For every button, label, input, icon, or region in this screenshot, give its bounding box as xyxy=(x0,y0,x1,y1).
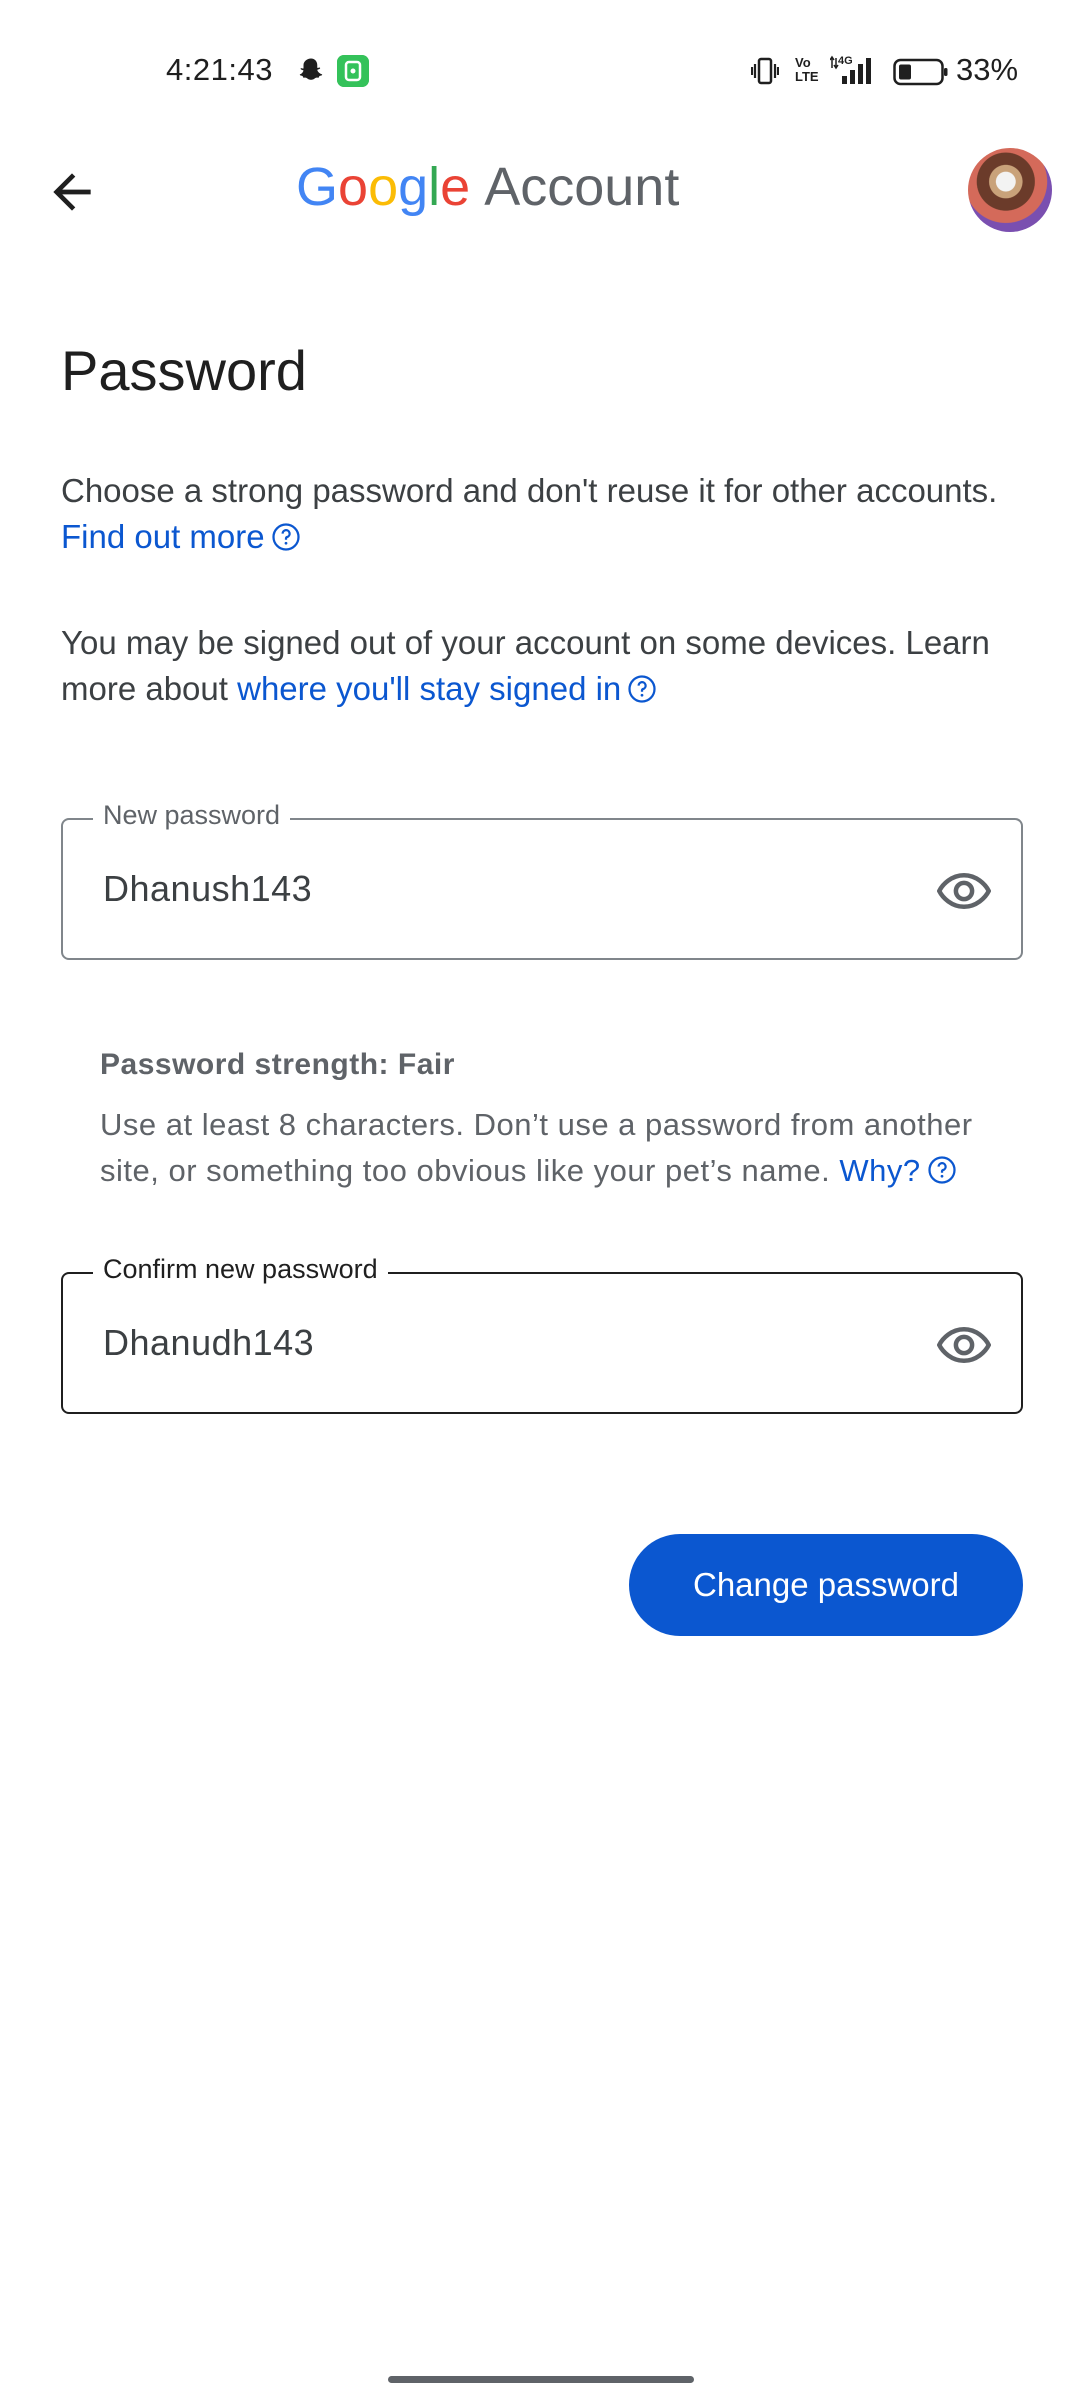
page-title: Password xyxy=(61,339,307,402)
app-notification-icon xyxy=(337,55,369,87)
password-hint: Use at least 8 characters. Don’t use a p… xyxy=(100,1102,1020,1194)
why-link[interactable]: Why? xyxy=(839,1153,956,1188)
find-out-more-link[interactable]: Find out more xyxy=(61,518,301,555)
show-password-eye-icon[interactable] xyxy=(937,1318,991,1372)
confirm-password-input[interactable]: Dhanudh143 xyxy=(103,1322,314,1364)
arrow-back-icon[interactable] xyxy=(44,164,100,220)
battery-icon xyxy=(893,58,948,86)
volte-icon: Vo LTE xyxy=(795,55,819,84)
logo-letter-o1: o xyxy=(338,157,369,217)
status-bar: 4:21:43 Vo LTE 4G 33% xyxy=(0,0,1080,140)
find-out-more-label: Find out more xyxy=(61,518,265,555)
battery-percent: 33% xyxy=(956,52,1019,87)
network-type-label: 4G xyxy=(838,55,853,67)
show-password-eye-icon[interactable] xyxy=(937,864,991,918)
why-label: Why? xyxy=(839,1153,921,1188)
vibrate-icon xyxy=(751,57,779,85)
logo-account-text: Account xyxy=(484,157,680,217)
confirm-password-label: Confirm new password xyxy=(93,1254,388,1285)
intro-paragraph: Choose a strong password and don't reuse… xyxy=(61,468,1021,560)
new-password-label: New password xyxy=(93,800,291,831)
stay-signed-in-link[interactable]: where you'll stay signed in xyxy=(237,670,657,707)
status-time: 4:21:43 xyxy=(166,52,273,87)
logo-letter-o2: o xyxy=(368,157,399,217)
intro-text: Choose a strong password and don't reuse… xyxy=(61,472,998,509)
change-password-button[interactable]: Change password xyxy=(629,1534,1023,1636)
avatar[interactable] xyxy=(968,148,1052,232)
help-circle-icon xyxy=(927,1156,956,1184)
signal-icon: 4G xyxy=(830,55,871,84)
password-strength-label: Password strength: Fair xyxy=(100,1048,455,1081)
logo-letter-g2: g xyxy=(398,157,429,217)
new-password-field[interactable]: New password Dhanush143 xyxy=(61,800,1023,960)
snapchat-icon xyxy=(299,58,323,80)
google-account-logo: G o o g l e Account xyxy=(296,156,679,226)
signout-paragraph: You may be signed out of your account on… xyxy=(61,620,1021,712)
logo-letter-e: e xyxy=(440,157,471,217)
confirm-password-field[interactable]: Confirm new password Dhanudh143 xyxy=(61,1254,1023,1414)
help-circle-icon xyxy=(628,675,656,703)
stay-signed-in-label: where you'll stay signed in xyxy=(237,670,622,707)
logo-letter-l: l xyxy=(428,157,441,217)
help-circle-icon xyxy=(271,523,300,551)
new-password-input[interactable]: Dhanush143 xyxy=(103,868,312,910)
logo-letter-g: G xyxy=(296,157,339,217)
home-indicator[interactable] xyxy=(388,2376,694,2383)
